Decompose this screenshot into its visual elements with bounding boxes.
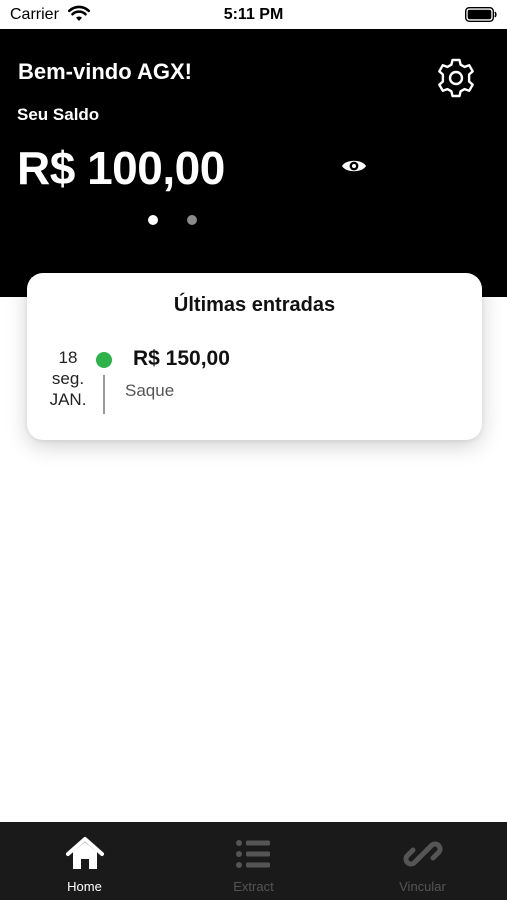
balance-label: Seu Saldo [17, 105, 100, 124]
entry-description: Saque [125, 381, 175, 400]
balance-header: Bem-vindo AGX! Seu Saldo R$ 100,00 [0, 29, 507, 297]
tab-vincular-label: Vincular [399, 879, 446, 894]
recent-entries-card: Últimas entradas 18 seg. JAN. R$ 150,00 … [27, 273, 482, 440]
tab-bar: Home Extract Vincular [0, 822, 507, 900]
list-icon [235, 840, 270, 868]
entry-status-dot [96, 352, 112, 368]
eye-icon[interactable] [340, 154, 368, 178]
tab-vincular[interactable]: Vincular [338, 822, 507, 900]
status-time: 5:11 PM [223, 6, 284, 23]
page-dot-active[interactable] [148, 215, 158, 225]
entry-day: 18 [58, 348, 78, 367]
timeline-line [103, 375, 105, 414]
tab-extract-label: Extract [233, 879, 274, 894]
card-title: Últimas entradas [173, 294, 336, 316]
page-dot-inactive[interactable] [187, 215, 197, 225]
entry-item[interactable]: 18 seg. JAN. R$ 150,00 Saque [27, 343, 482, 423]
status-bar: Carrier 5:11 PM [0, 0, 507, 29]
link-icon [403, 841, 442, 867]
welcome-title: Bem-vindo AGX! [18, 59, 192, 84]
entry-month: JAN. [49, 390, 87, 409]
entry-weekday: seg. [51, 369, 85, 388]
battery-icon [465, 7, 497, 22]
tab-extract[interactable]: Extract [169, 822, 338, 900]
settings-gear-icon[interactable] [433, 55, 479, 101]
entry-amount: R$ 150,00 [133, 347, 230, 370]
tab-home-label: Home [67, 879, 102, 894]
balance-value: R$ 100,00 [17, 142, 225, 194]
home-icon [65, 837, 104, 869]
tab-home[interactable]: Home [0, 822, 169, 900]
entry-date: 18 seg. JAN. [41, 347, 95, 410]
